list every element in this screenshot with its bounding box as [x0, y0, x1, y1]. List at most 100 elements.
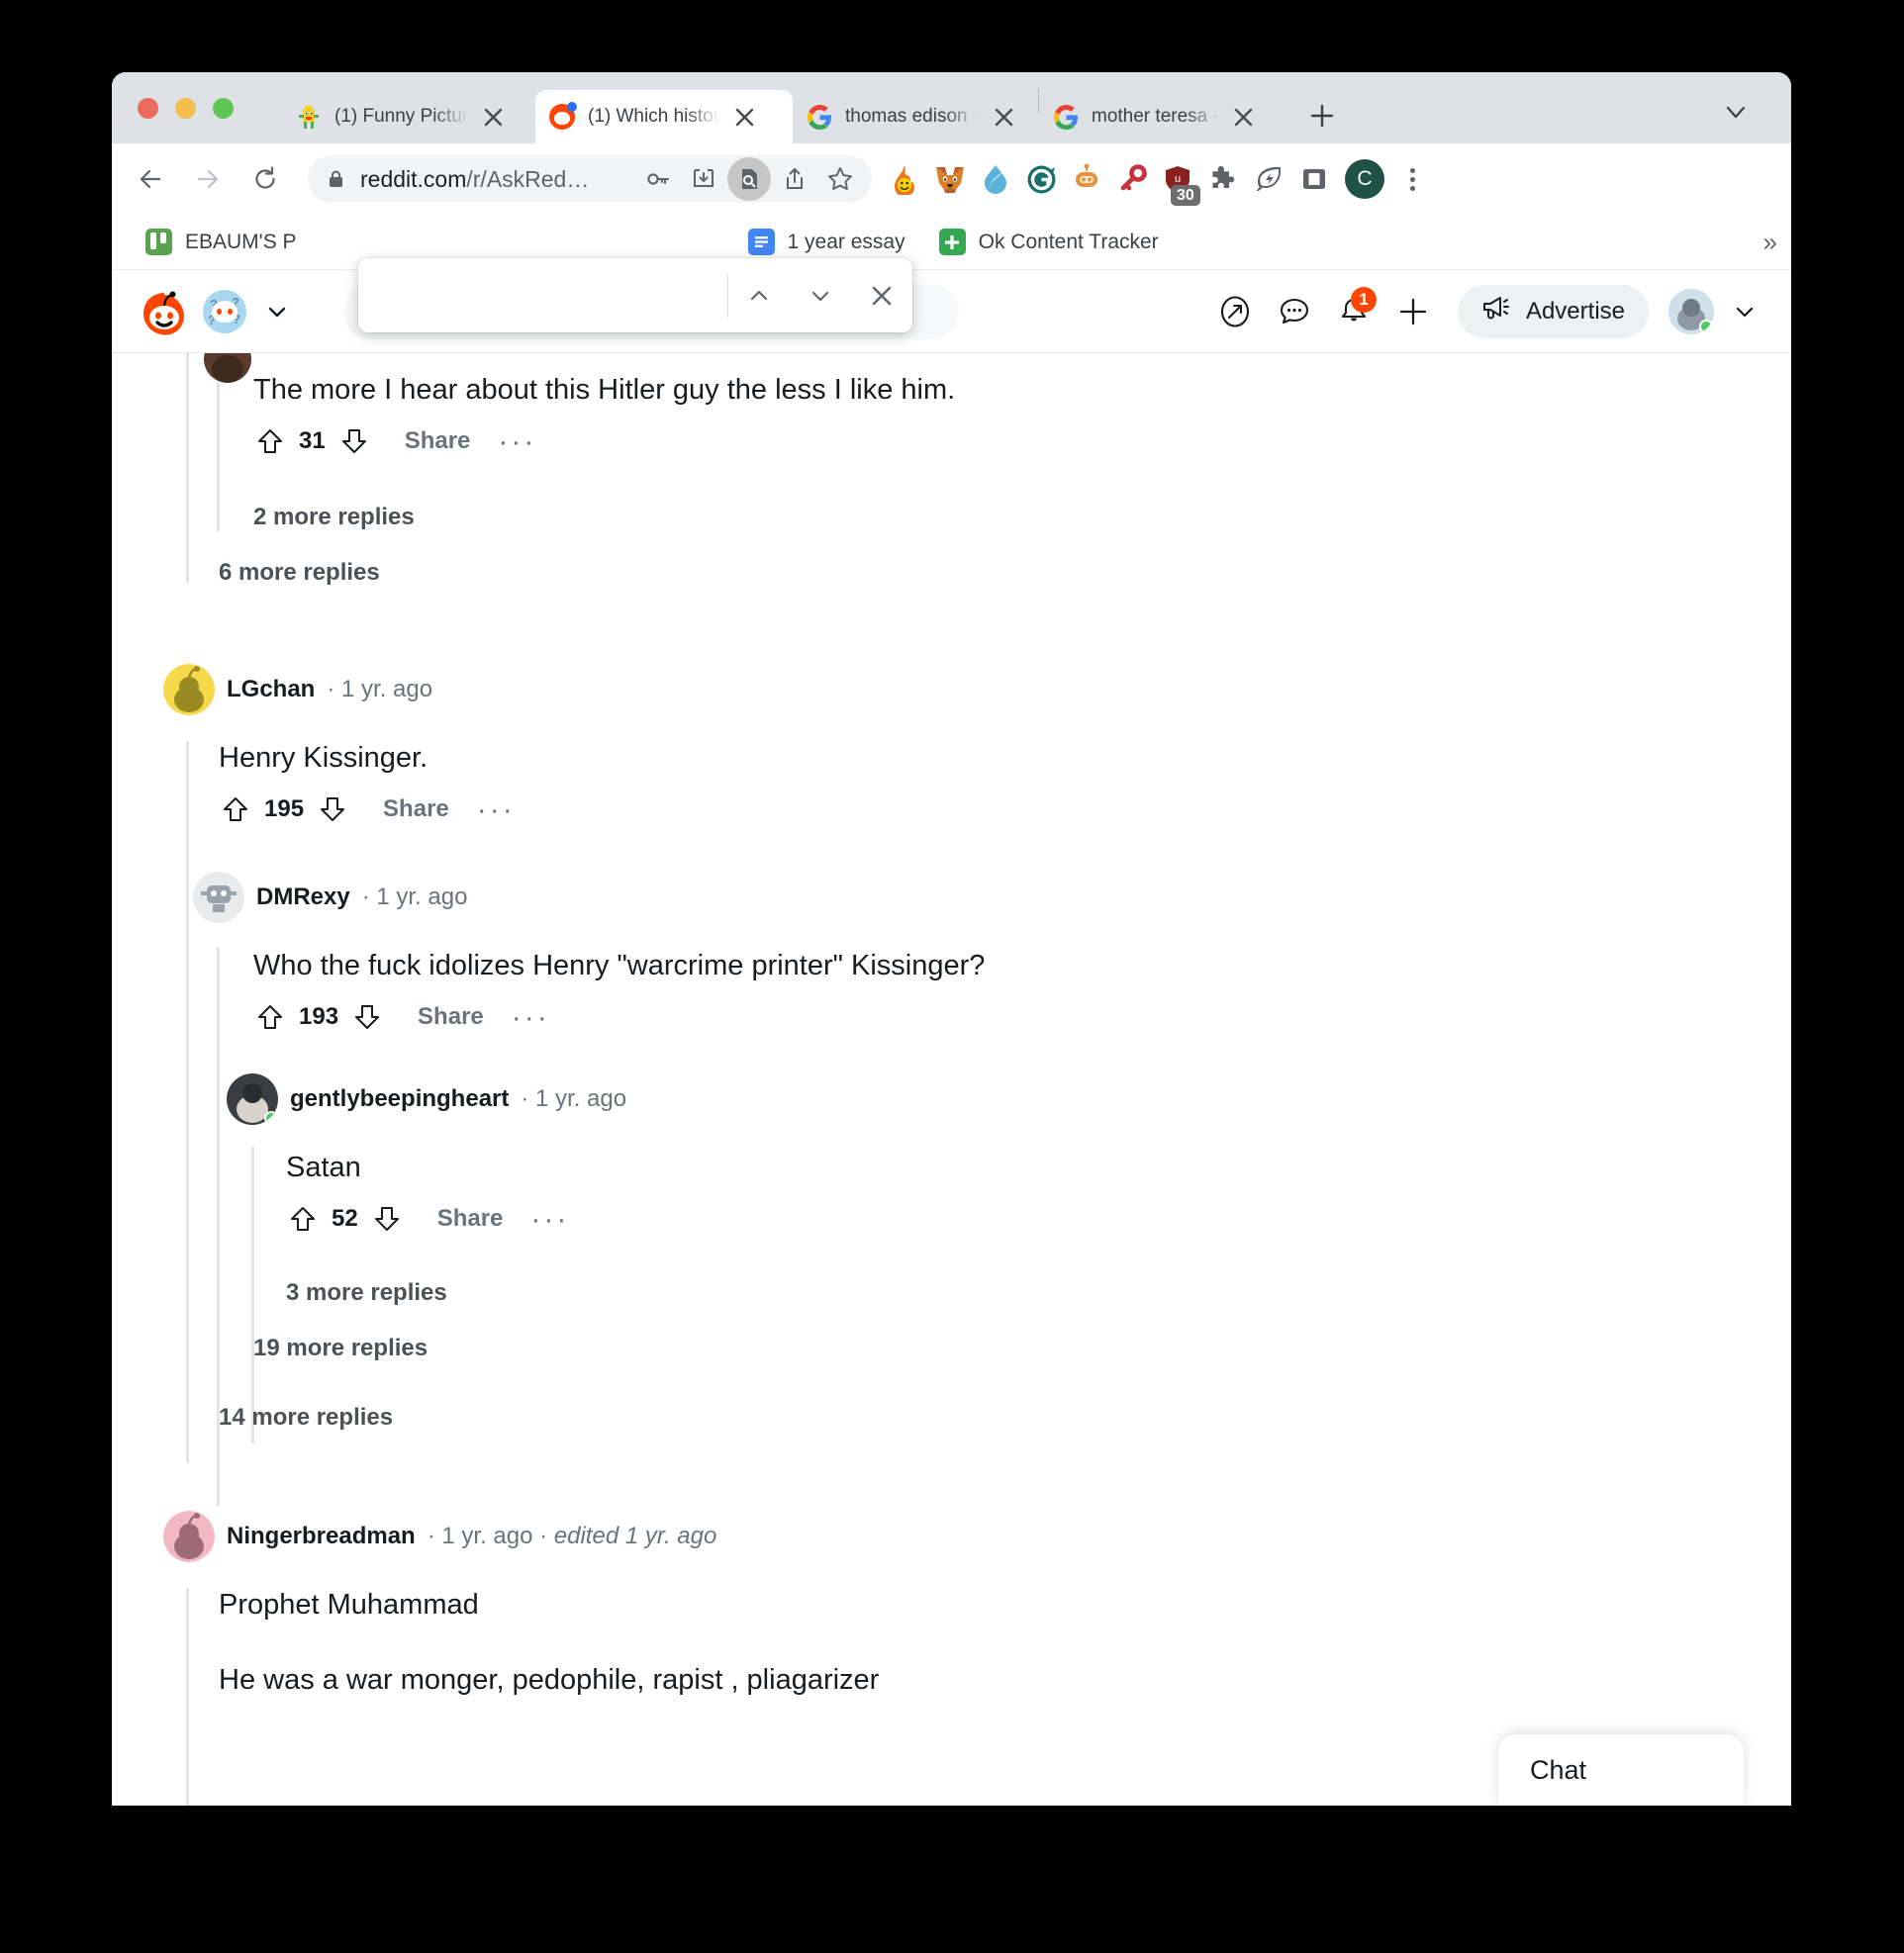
more-replies-link[interactable]: 3 more replies [112, 1236, 1791, 1307]
find-previous-button[interactable] [728, 258, 790, 332]
comment-author[interactable]: LGchan [227, 676, 315, 703]
thread-line[interactable] [186, 1588, 189, 1806]
reddit-comments-page[interactable]: The more I hear about this Hitler guy th… [112, 353, 1791, 1806]
upvote-button[interactable] [253, 424, 287, 458]
find-close-button[interactable] [851, 258, 912, 332]
comment-timestamp: · 1 yr. ago [521, 1085, 627, 1113]
reddit-logo-icon[interactable] [138, 285, 191, 338]
leaf-bolt-icon[interactable] [1246, 156, 1291, 202]
close-tab-button[interactable] [1229, 102, 1259, 132]
more-options-button[interactable]: ··· [530, 1204, 569, 1234]
comment-ningerbreadman: Ningerbreadman · 1 yr. ago · edited 1 yr… [112, 1511, 1791, 1806]
close-window-button[interactable] [138, 98, 158, 119]
comment-author[interactable]: DMRexy [256, 884, 350, 911]
compass-explore-icon[interactable] [1208, 285, 1262, 338]
robot-icon[interactable] [1064, 156, 1109, 202]
avatar-chevron-down-icon[interactable] [1722, 289, 1767, 334]
bookmark-1-year-essay[interactable]: 1 year essay [736, 223, 917, 261]
back-button[interactable] [125, 153, 176, 205]
more-replies-link[interactable]: 2 more replies [112, 458, 1791, 531]
chat-widget[interactable]: Chat [1498, 1734, 1744, 1806]
puzzle-extensions-icon[interactable] [1200, 156, 1246, 202]
new-tab-button[interactable] [1300, 94, 1344, 138]
comment-14-more-replies: 14 more replies [112, 1376, 1791, 1449]
subreddit-avatar[interactable]: ? ? ? ? [203, 289, 246, 333]
downvote-button[interactable] [316, 792, 349, 826]
vote-group: 193 [253, 1000, 384, 1034]
comment-avatar[interactable] [193, 872, 244, 924]
maximize-window-button[interactable] [213, 98, 234, 119]
comment-avatar[interactable] [227, 1073, 278, 1126]
bell-notification-icon[interactable]: 1 [1327, 285, 1380, 338]
more-replies-link[interactable]: 19 more replies [112, 1307, 1791, 1362]
downvote-button[interactable] [337, 424, 371, 458]
more-options-button[interactable]: ··· [498, 426, 536, 456]
share-button[interactable]: Share [437, 1205, 504, 1233]
find-input[interactable] [358, 258, 727, 332]
key-manager-icon[interactable] [1109, 156, 1155, 202]
browser-tab-which-historical[interactable]: (1) Which histor [535, 90, 793, 143]
minimize-window-button[interactable] [175, 98, 196, 119]
chevron-down-icon[interactable] [254, 289, 300, 334]
tab-strip: (1) Funny Pictur (1) Which histor thomas… [112, 72, 1791, 143]
upvote-button[interactable] [253, 1000, 287, 1034]
password-key-icon[interactable] [636, 157, 680, 201]
address-bar[interactable]: reddit.com/r/AskRed… [308, 155, 872, 203]
comment-author[interactable]: gentlybeepingheart [290, 1085, 509, 1113]
browser-tab-funny-pictures[interactable]: (1) Funny Pictur [282, 90, 535, 143]
forward-button[interactable] [182, 153, 234, 205]
share-icon[interactable] [773, 157, 816, 201]
chat-bubble-icon[interactable] [1268, 285, 1321, 338]
more-options-button[interactable]: ··· [512, 1002, 550, 1032]
comment-author[interactable]: Ningerbreadman [227, 1523, 416, 1550]
install-app-icon[interactable] [682, 157, 725, 201]
comment-lgchan: LGchan · 1 yr. ago Henry Kissinger. 195 [112, 664, 1791, 1464]
tab-search-chevron-down-icon[interactable] [1716, 92, 1756, 132]
metamask-fox-icon[interactable] [927, 156, 973, 202]
tab-list: (1) Funny Pictur (1) Which histor thomas… [282, 72, 1344, 143]
comment-avatar[interactable] [163, 664, 215, 716]
downvote-button[interactable] [350, 1000, 384, 1034]
bookmark-ok-content-tracker[interactable]: Ok Content Tracker [927, 223, 1171, 261]
upvote-button[interactable] [219, 792, 252, 826]
bookmark-star-icon[interactable] [818, 157, 862, 201]
comment-body: Satan [286, 1152, 361, 1184]
comment-actions: 195 Share ··· [112, 779, 1791, 826]
google-icon [1053, 104, 1079, 130]
avatar [1668, 288, 1714, 334]
shield-blocker-icon[interactable]: u 30 [1155, 156, 1200, 206]
more-replies-link[interactable]: 6 more replies [112, 531, 1791, 587]
upvote-button[interactable] [286, 1202, 320, 1236]
bookmarks-overflow-icon[interactable]: » [1763, 227, 1777, 257]
more-replies-link[interactable]: 14 more replies [112, 1376, 1791, 1432]
profile-avatar-button[interactable]: C [1345, 159, 1384, 199]
browser-tab-thomas-edison[interactable]: thomas edison - [793, 90, 1038, 143]
comment-avatar[interactable] [163, 1511, 215, 1563]
comment-header: Ningerbreadman · 1 yr. ago · edited 1 yr… [112, 1511, 1791, 1563]
fire-smiley-icon[interactable] [882, 156, 927, 202]
find-in-page-icon[interactable] [727, 157, 771, 201]
more-options-button[interactable]: ··· [477, 794, 516, 824]
downvote-button[interactable] [370, 1202, 404, 1236]
close-tab-button[interactable] [989, 102, 1018, 132]
share-button[interactable]: Share [405, 427, 471, 455]
share-button[interactable]: Share [418, 1003, 484, 1031]
plus-create-icon[interactable] [1386, 285, 1440, 338]
close-tab-button[interactable] [729, 102, 759, 132]
find-in-page-bar [358, 258, 912, 332]
reddit-icon [549, 102, 577, 130]
chrome-menu-button[interactable] [1390, 157, 1434, 201]
side-panel-icon[interactable] [1291, 156, 1337, 202]
share-button[interactable]: Share [383, 795, 449, 823]
google-docs-icon [747, 229, 775, 255]
user-avatar-button[interactable] [1668, 288, 1767, 334]
browser-window: (1) Funny Pictur (1) Which histor thomas… [112, 72, 1791, 1806]
water-drop-icon[interactable] [973, 156, 1018, 202]
advertise-button[interactable]: Advertise [1457, 284, 1649, 338]
browser-tab-mother-teresa[interactable]: mother teresa - [1039, 90, 1285, 143]
close-tab-button[interactable] [478, 102, 508, 132]
find-next-button[interactable] [790, 258, 851, 332]
reload-button[interactable] [239, 153, 291, 205]
grammarly-icon[interactable] [1018, 156, 1064, 202]
bookmark-ebaums[interactable]: EBAUM'S P [134, 223, 309, 261]
